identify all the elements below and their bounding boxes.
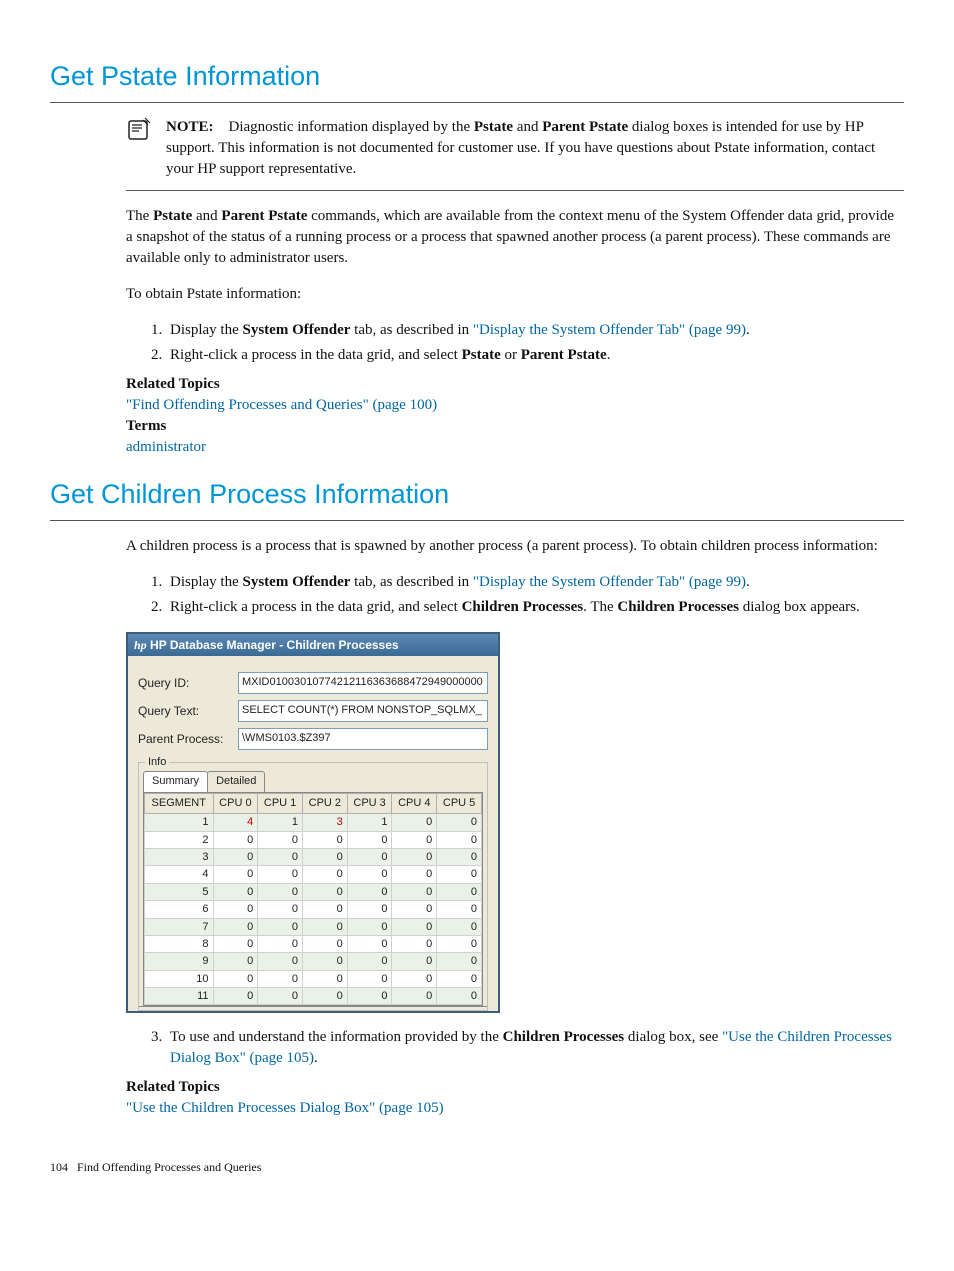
column-header[interactable]: CPU 3 <box>347 793 392 813</box>
children-processes-dialog: hp HP Database Manager - Children Proces… <box>126 632 500 1014</box>
list-item: Display the System Offender tab, as desc… <box>166 572 904 593</box>
heading-get-children: Get Children Process Information <box>50 476 904 521</box>
table-row[interactable]: 7000000 <box>145 918 482 935</box>
related-topics-label-2: Related Topics <box>126 1077 904 1098</box>
table-row[interactable]: 6000000 <box>145 901 482 918</box>
table-row[interactable]: 1413100 <box>145 814 482 831</box>
link-display-system-offender[interactable]: "Display the System Offender Tab" (page … <box>473 322 746 338</box>
column-header[interactable]: SEGMENT <box>145 793 214 813</box>
table-row[interactable]: 2000000 <box>145 831 482 848</box>
children-steps: Display the System Offender tab, as desc… <box>126 572 904 618</box>
query-text-field[interactable]: SELECT COUNT(*) FROM NONSTOP_SQLMX_ <box>238 700 488 722</box>
column-header[interactable]: CPU 2 <box>302 793 347 813</box>
section2-content: A children process is a process that is … <box>126 536 904 618</box>
pstate-steps: Display the System Offender tab, as desc… <box>126 320 904 366</box>
tab-summary[interactable]: Summary <box>143 771 208 791</box>
note-body: NOTE: Diagnostic information displayed b… <box>166 117 904 180</box>
note-block: NOTE: Diagnostic information displayed b… <box>126 109 904 191</box>
link-display-system-offender-2[interactable]: "Display the System Offender Tab" (page … <box>473 574 746 590</box>
column-header[interactable]: CPU 1 <box>258 793 303 813</box>
query-text-label: Query Text: <box>138 703 238 720</box>
children-steps-cont: To use and understand the information pr… <box>126 1027 904 1069</box>
query-id-label: Query ID: <box>138 675 238 692</box>
para-pstate-lead: To obtain Pstate information: <box>126 284 904 305</box>
query-id-field[interactable]: MXID01003010774212116363688472949000000 <box>238 672 488 694</box>
terms-label: Terms <box>126 416 904 437</box>
tab-detailed[interactable]: Detailed <box>207 771 265 791</box>
footer-chapter: Find Offending Processes and Queries <box>77 1160 261 1174</box>
parent-process-field[interactable]: \WMS0103.$Z397 <box>238 728 488 750</box>
list-item: To use and understand the information pr… <box>166 1027 904 1069</box>
para-pstate-desc: The Pstate and Parent Pstate commands, w… <box>126 206 904 269</box>
para-children-intro: A children process is a process that is … <box>126 536 904 557</box>
column-header[interactable]: CPU 4 <box>392 793 437 813</box>
list-item: Display the System Offender tab, as desc… <box>166 320 904 341</box>
page-number: 104 <box>50 1160 68 1174</box>
link-administrator-term[interactable]: administrator <box>126 439 206 455</box>
list-item: Right-click a process in the data grid, … <box>166 597 904 618</box>
summary-grid[interactable]: SEGMENTCPU 0CPU 1CPU 2CPU 3CPU 4CPU 5141… <box>143 792 483 1007</box>
heading-get-pstate: Get Pstate Information <box>50 58 904 103</box>
column-header[interactable]: CPU 0 <box>213 793 258 813</box>
note-icon <box>126 117 154 180</box>
note-text: Diagnostic information displayed by the … <box>166 119 875 177</box>
parent-process-label: Parent Process: <box>138 731 238 748</box>
list-item: Right-click a process in the data grid, … <box>166 345 904 366</box>
table-row[interactable]: 11000000 <box>145 988 482 1005</box>
section2-content-cont: To use and understand the information pr… <box>126 1027 904 1119</box>
page-footer: 104 Find Offending Processes and Queries <box>50 1159 904 1176</box>
info-legend: Info <box>145 755 169 770</box>
link-find-offending[interactable]: "Find Offending Processes and Queries" (… <box>126 397 437 413</box>
note-label: NOTE: <box>166 119 214 135</box>
related-topics-label: Related Topics <box>126 374 904 395</box>
table-row[interactable]: 4000000 <box>145 866 482 883</box>
table-row[interactable]: 3000000 <box>145 848 482 865</box>
table-row[interactable]: 9000000 <box>145 953 482 970</box>
table-row[interactable]: 5000000 <box>145 883 482 900</box>
dialog-titlebar: hp HP Database Manager - Children Proces… <box>128 634 498 657</box>
column-header[interactable]: CPU 5 <box>437 793 482 813</box>
link-children-dialog-2[interactable]: "Use the Children Processes Dialog Box" … <box>126 1100 444 1116</box>
info-group: Info Summary Detailed SEGMENTCPU 0CPU 1C… <box>138 762 488 1011</box>
section1-content: The Pstate and Parent Pstate commands, w… <box>126 206 904 458</box>
table-row[interactable]: 10000000 <box>145 970 482 987</box>
table-row[interactable]: 8000000 <box>145 935 482 952</box>
